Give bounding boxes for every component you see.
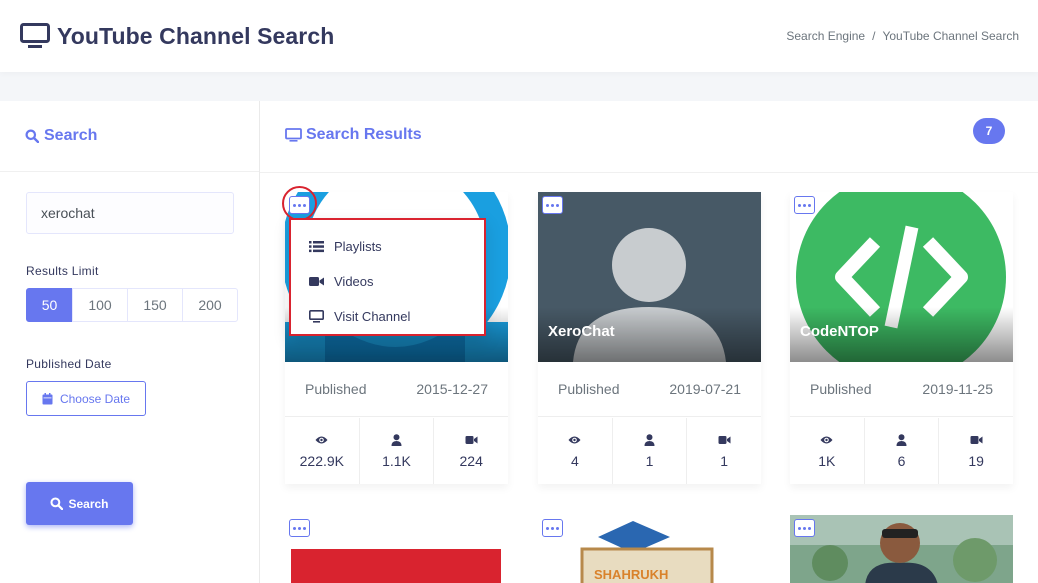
channel-name[interactable]: XeroChat — [548, 323, 615, 340]
views-count: 222.9K — [299, 452, 345, 469]
stat-videos: 224 — [434, 418, 508, 484]
published-row: Published 2019-07-21 — [538, 362, 761, 417]
card-dropdown-menu: Playlists Videos Visit Channel — [289, 218, 486, 336]
search-button[interactable]: Search — [26, 482, 133, 525]
breadcrumb-separator: / — [872, 29, 876, 43]
search-icon — [50, 497, 64, 510]
stat-views: 222.9K — [285, 418, 360, 484]
eye-icon — [568, 436, 581, 443]
views-count: 1K — [818, 452, 836, 469]
published-date: 2019-07-21 — [669, 381, 741, 397]
video-camera-icon — [309, 277, 324, 286]
published-date-label: Published Date — [26, 357, 112, 371]
limit-option-100[interactable]: 100 — [72, 288, 128, 322]
results-heading: Search Results — [285, 126, 422, 144]
published-date: 2015-12-27 — [416, 381, 488, 397]
results-count-badge: 7 — [973, 118, 1005, 144]
user-icon — [644, 433, 655, 446]
stat-videos: 1 — [687, 418, 761, 484]
limit-option-150[interactable]: 150 — [127, 288, 183, 322]
channel-stats: 4 1 1 — [538, 418, 761, 484]
videos-count: 1 — [720, 452, 729, 469]
channel-card[interactable]: CodeNTOP Published 2019-11-25 1K 6 19 — [790, 192, 1013, 484]
stat-subscribers: 1.1K — [360, 418, 435, 484]
video-camera-icon — [718, 435, 731, 444]
channel-thumbnail — [790, 515, 1013, 583]
stat-views: 1K — [790, 418, 865, 484]
eye-icon — [820, 436, 833, 443]
video-camera-icon — [465, 435, 478, 444]
breadcrumb: Search Engine / YouTube Channel Search — [786, 29, 1019, 43]
published-date: 2019-11-25 — [922, 381, 993, 397]
subscribers-count: 6 — [897, 452, 906, 469]
card-menu-button[interactable] — [794, 196, 815, 214]
results-heading-text: Search Results — [306, 126, 422, 143]
breadcrumb-item-current: YouTube Channel Search — [882, 29, 1019, 43]
video-camera-icon — [970, 435, 983, 444]
search-input[interactable] — [26, 192, 234, 234]
menu-item-videos[interactable]: Videos — [291, 264, 484, 299]
page-title: YouTube Channel Search — [57, 22, 335, 49]
channel-thumbnail: SHAHRUKH — [538, 515, 761, 583]
breadcrumb-item-search-engine[interactable]: Search Engine — [786, 29, 865, 43]
views-count: 4 — [570, 452, 579, 469]
published-label: Published — [558, 381, 620, 397]
stat-videos: 19 — [939, 418, 1013, 484]
choose-date-button[interactable]: Choose Date — [26, 381, 146, 416]
menu-item-label: Videos — [334, 274, 374, 289]
thumbnail-lettering: SHAHRUKH — [594, 567, 668, 582]
limit-option-50[interactable]: 50 — [26, 288, 73, 322]
menu-item-label: Visit Channel — [334, 309, 411, 324]
desktop-icon — [285, 128, 302, 142]
videos-count: 19 — [968, 452, 984, 469]
channel-name[interactable]: CodeNTOP — [800, 323, 879, 340]
videos-count: 224 — [459, 452, 483, 469]
card-menu-button[interactable] — [289, 519, 310, 537]
subscribers-count: 1 — [645, 452, 654, 469]
search-sidebar: Search Results Limit 50 100 150 200 Publ… — [0, 101, 260, 583]
channel-card[interactable]: XeroChat Published 2019-07-21 4 1 1 — [538, 192, 761, 484]
card-menu-button[interactable] — [542, 196, 563, 214]
desktop-icon — [20, 23, 50, 48]
calendar-icon — [42, 392, 53, 404]
subscribers-count: 1.1K — [382, 452, 411, 469]
channel-stats: 222.9K 1.1K 224 — [285, 418, 508, 484]
card-menu-button[interactable] — [542, 519, 563, 537]
channel-card[interactable] — [790, 515, 1013, 583]
user-icon — [896, 433, 907, 446]
stat-views: 4 — [538, 418, 613, 484]
eye-icon — [315, 436, 328, 443]
channel-stats: 1K 6 19 — [790, 418, 1013, 484]
menu-item-label: Playlists — [334, 239, 382, 254]
published-label: Published — [305, 381, 367, 397]
desktop-icon — [309, 310, 324, 323]
user-icon — [391, 433, 402, 446]
stat-subscribers: 6 — [865, 418, 940, 484]
search-icon — [25, 129, 39, 143]
channel-card[interactable]: SHAHRUKH — [538, 515, 761, 583]
list-icon — [309, 241, 324, 253]
sidebar-heading: Search — [0, 101, 259, 172]
published-row: Published 2019-11-25 — [790, 362, 1013, 417]
channel-thumbnail — [285, 515, 508, 583]
limit-option-200[interactable]: 200 — [182, 288, 238, 322]
published-row: Published 2015-12-27 — [285, 362, 508, 417]
results-limit-label: Results Limit — [26, 264, 99, 278]
results-limit-group: 50 100 150 200 — [26, 288, 238, 322]
stat-subscribers: 1 — [613, 418, 688, 484]
card-menu-button[interactable] — [794, 519, 815, 537]
highlight-circle — [282, 186, 317, 221]
sidebar-heading-text: Search — [44, 127, 98, 144]
menu-item-visit-channel[interactable]: Visit Channel — [291, 299, 484, 334]
menu-item-playlists[interactable]: Playlists — [291, 229, 484, 264]
page-header: YouTube Channel Search Search Engine / Y… — [0, 0, 1038, 72]
channel-card[interactable] — [285, 515, 508, 583]
search-button-label: Search — [68, 496, 109, 511]
published-label: Published — [810, 381, 872, 397]
divider — [260, 172, 1038, 173]
choose-date-label: Choose Date — [59, 391, 131, 406]
